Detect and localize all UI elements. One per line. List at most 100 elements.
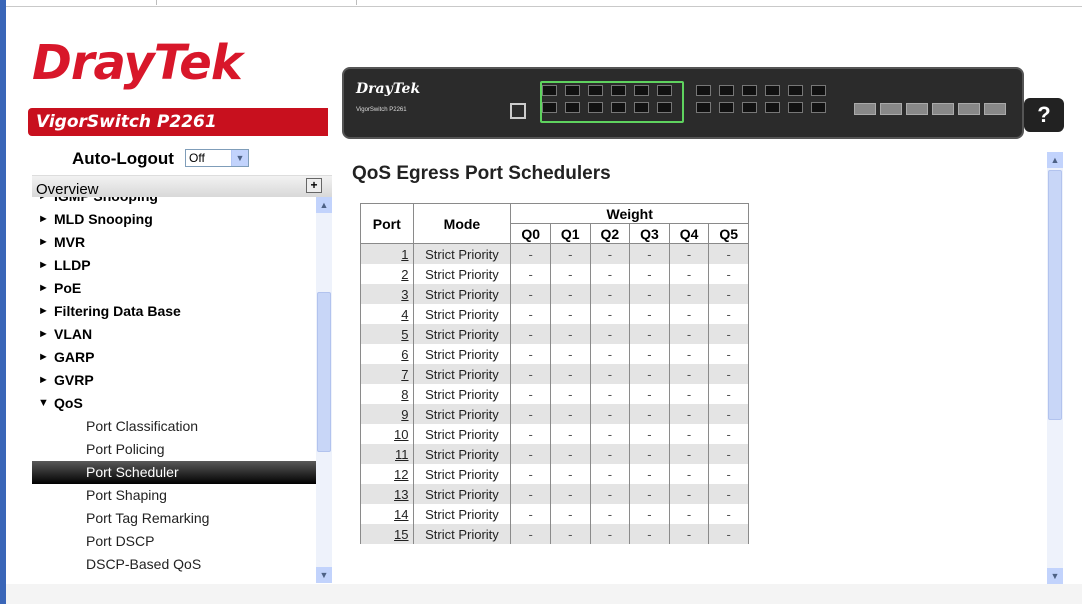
expand-all-icon[interactable]: + [306, 178, 322, 193]
nav-item-igmp-snooping[interactable]: IGMP Snooping ► [32, 197, 316, 208]
nav-item-lldp[interactable]: LLDP ► [32, 254, 316, 277]
port-link[interactable]: 11 [395, 447, 409, 462]
ethernet-port-icon [742, 102, 757, 113]
auto-logout-select[interactable]: Off ▼ [185, 149, 249, 167]
port-link[interactable]: 4 [401, 307, 408, 322]
weight-cell: - [629, 484, 670, 504]
overview-header[interactable]: Overview + [32, 175, 332, 198]
table-row: 3 Strict Priority - - - - - - [360, 284, 749, 304]
weight-cell: - [510, 284, 551, 304]
nav-item-mvr[interactable]: MVR ► [32, 231, 316, 254]
sfp-port-icon [984, 103, 1006, 115]
port-link[interactable]: 7 [401, 367, 408, 382]
nav-scrollbar[interactable]: ▲ ▼ [316, 197, 332, 583]
weight-cell: - [549, 464, 591, 484]
scroll-down-icon[interactable]: ▼ [316, 567, 332, 583]
nav-item-qos[interactable]: QoS ▼ [32, 392, 316, 415]
weight-cell: - [589, 324, 631, 344]
nav-item-vlan[interactable]: VLAN ► [32, 323, 316, 346]
scroll-up-icon[interactable]: ▲ [1047, 152, 1063, 168]
caret-right-icon: ► [38, 374, 49, 386]
help-button[interactable]: ? [1024, 98, 1064, 132]
ethernet-port-icon [657, 102, 672, 113]
sfp-port-icon [880, 103, 902, 115]
nav-item-garp[interactable]: GARP ► [32, 346, 316, 369]
ethernet-port-icon [634, 102, 649, 113]
nav-item-label: Port Tag Remarking [86, 510, 210, 526]
weight-cell: - [510, 464, 551, 484]
queue-header-q3: Q3 [629, 223, 670, 244]
weight-cell: - [629, 464, 670, 484]
port-link[interactable]: 14 [394, 507, 408, 522]
weight-cell: - [668, 484, 710, 504]
weight-cell: - [589, 364, 631, 384]
nav-item-label: LLDP [54, 257, 91, 273]
weight-cell: - [510, 444, 551, 464]
weight-cell: - [589, 304, 631, 324]
port-link[interactable]: 8 [401, 387, 408, 402]
port-cell: 4 [360, 304, 414, 324]
ethernet-port-icon [719, 85, 734, 96]
nav-item-port-policing[interactable]: Port Policing [32, 438, 316, 461]
port-cell: 2 [360, 264, 414, 284]
sfp-port-icon [958, 103, 980, 115]
switch-front-panel-image: DrayTek VigorSwitch P2261 [342, 67, 1024, 139]
ethernet-port-icon [788, 102, 803, 113]
weight-cell: - [668, 364, 710, 384]
scroll-down-icon[interactable]: ▼ [1047, 568, 1063, 584]
port-link[interactable]: 1 [401, 247, 408, 262]
weight-cell: - [549, 243, 591, 264]
weight-cell: - [629, 304, 670, 324]
weight-cell: - [510, 484, 551, 504]
port-cell: 8 [360, 384, 414, 404]
main-scroll-thumb[interactable] [1048, 170, 1062, 420]
weight-cell: - [629, 384, 670, 404]
mode-cell: Strict Priority [412, 384, 512, 404]
mode-cell: Strict Priority [412, 504, 512, 524]
weight-cell: - [510, 324, 551, 344]
weight-cell: - [589, 284, 631, 304]
overview-label: Overview [36, 181, 99, 198]
port-cell: 13 [360, 484, 414, 504]
device-logo: DrayTek [356, 81, 421, 97]
port-link[interactable]: 2 [401, 267, 408, 282]
port-link[interactable]: 13 [394, 487, 408, 502]
port-link[interactable]: 5 [401, 327, 408, 342]
scroll-up-icon[interactable]: ▲ [316, 197, 332, 213]
main-scrollbar[interactable]: ▲ ▼ [1047, 152, 1063, 584]
nav-scroll-thumb[interactable] [317, 292, 331, 452]
auto-logout-label: Auto-Logout [72, 149, 174, 168]
port-link[interactable]: 6 [401, 347, 408, 362]
weight-cell: - [708, 464, 749, 484]
mode-cell: Strict Priority [412, 524, 512, 544]
mode-cell: Strict Priority [412, 324, 512, 344]
port-link[interactable]: 12 [394, 467, 408, 482]
nav-item-gvrp[interactable]: GVRP ► [32, 369, 316, 392]
nav-item-port-tag-remarking[interactable]: Port Tag Remarking [32, 507, 316, 530]
nav-item-port-classification[interactable]: Port Classification [32, 415, 316, 438]
nav-item-filtering-data-base[interactable]: Filtering Data Base ► [32, 300, 316, 323]
nav-item-port-shaping[interactable]: Port Shaping [32, 484, 316, 507]
nav-item-dscp-based-qos[interactable]: DSCP-Based QoS [32, 553, 316, 576]
nav-item-label: Port DSCP [86, 533, 155, 549]
nav-item-port-dscp[interactable]: Port DSCP [32, 530, 316, 553]
weight-cell: - [708, 243, 749, 264]
weight-cell: - [549, 504, 591, 524]
port-link[interactable]: 3 [401, 287, 408, 302]
chevron-down-icon[interactable]: ▼ [231, 150, 248, 166]
mode-cell: Strict Priority [412, 464, 512, 484]
weight-cell: - [668, 344, 710, 364]
weight-cell: - [589, 464, 631, 484]
nav-item-port-scheduler[interactable]: Port Scheduler [32, 461, 316, 484]
weight-cell: - [708, 384, 749, 404]
caret-right-icon: ► [38, 305, 49, 317]
port-link[interactable]: 9 [401, 407, 408, 422]
weight-cell: - [549, 364, 591, 384]
weight-cell: - [629, 504, 670, 524]
port-link[interactable]: 15 [394, 527, 408, 542]
nav-item-mld-snooping[interactable]: MLD Snooping ► [32, 208, 316, 231]
weight-cell: - [708, 444, 749, 464]
port-link[interactable]: 10 [394, 427, 408, 442]
caret-down-icon: ▼ [38, 397, 49, 409]
nav-item-poe[interactable]: PoE ► [32, 277, 316, 300]
